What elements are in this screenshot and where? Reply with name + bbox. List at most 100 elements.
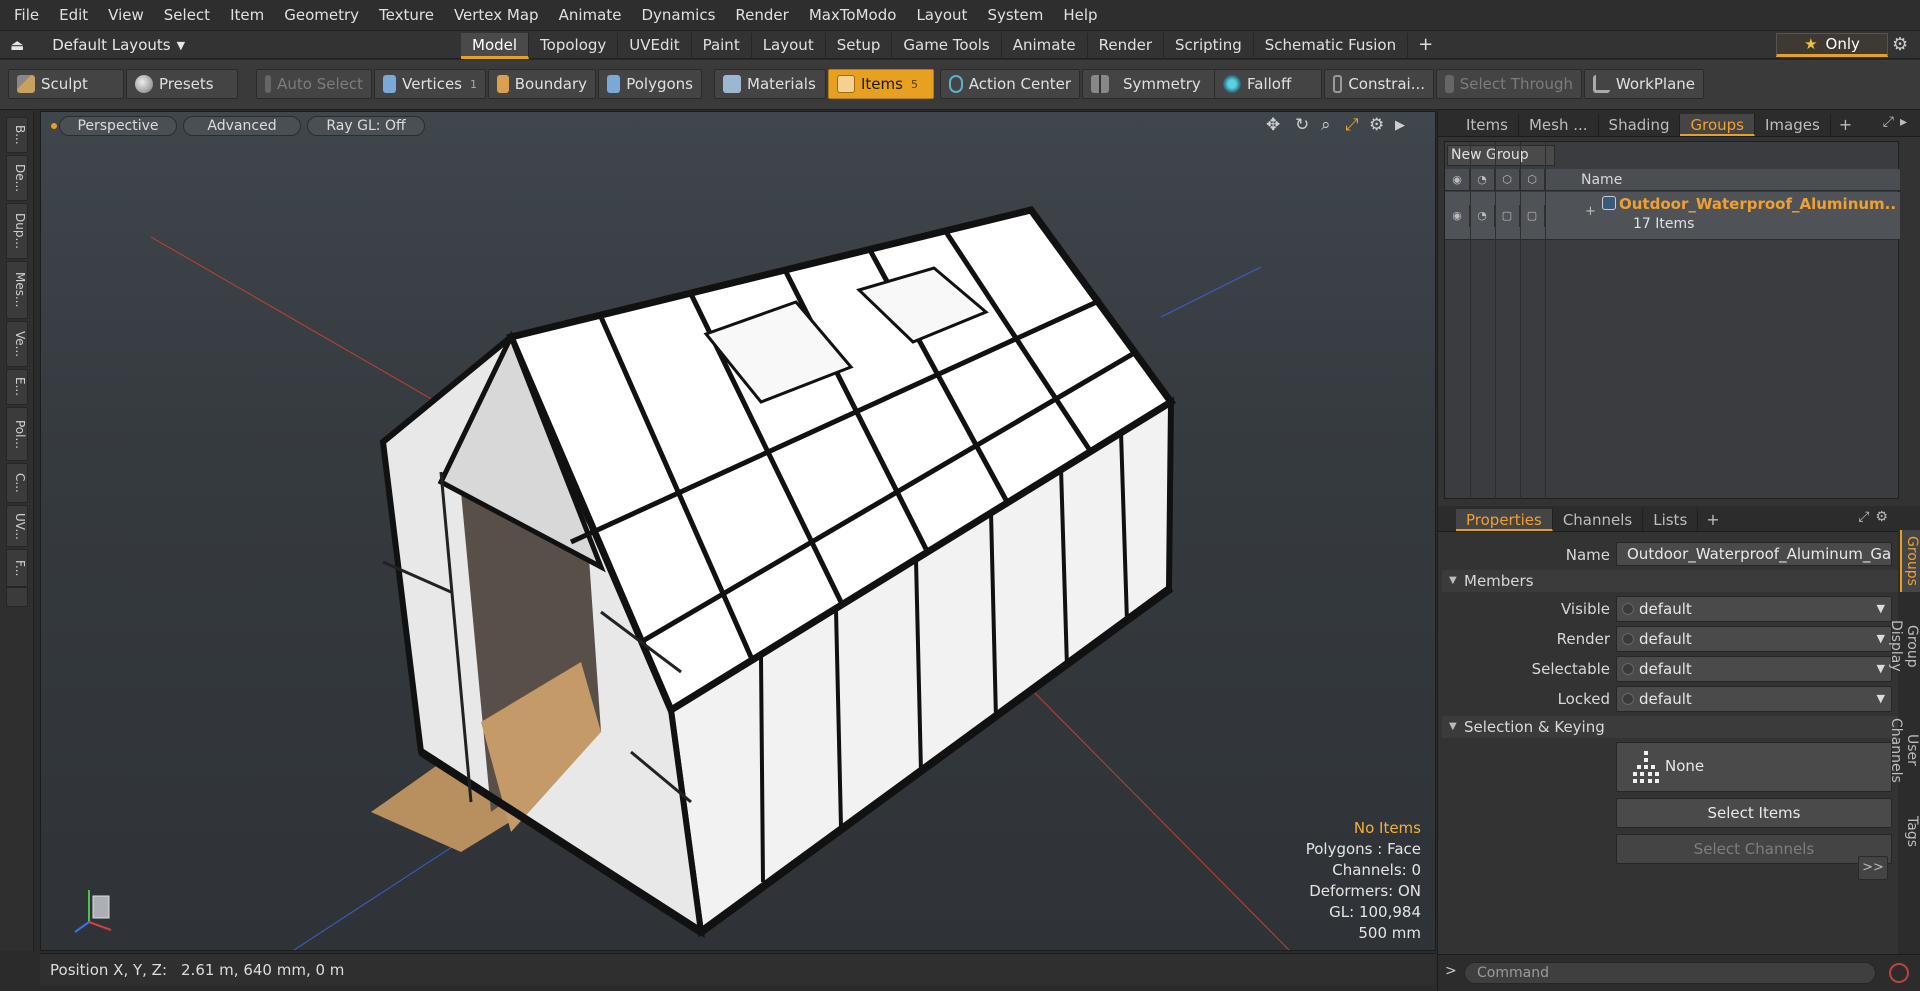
menu-item[interactable]: Item: [220, 0, 274, 31]
menu-geometry[interactable]: Geometry: [274, 0, 369, 31]
side-tab-groups[interactable]: Groups: [1900, 530, 1920, 592]
tab-properties[interactable]: Properties: [1456, 509, 1553, 531]
presets-button[interactable]: Presets: [126, 69, 238, 99]
shading-mode-button[interactable]: Advanced: [183, 116, 301, 136]
tab-scripting[interactable]: Scripting: [1164, 33, 1254, 59]
group-visible-icon[interactable]: ◉: [1445, 205, 1470, 227]
strip-tab-f[interactable]: F...: [6, 549, 28, 587]
tab-uvedit[interactable]: UVEdit: [618, 33, 692, 59]
polygons-button[interactable]: Polygons: [598, 69, 702, 99]
tab-schematic-fusion[interactable]: Schematic Fusion: [1254, 33, 1409, 59]
viewport-expand-icon[interactable]: ▶: [1395, 118, 1405, 133]
select-items-button[interactable]: Select Items: [1616, 798, 1892, 828]
rotate-icon[interactable]: ↻: [1295, 115, 1309, 135]
action-center-button[interactable]: Action Center: [940, 69, 1080, 99]
3d-viewport[interactable]: Perspective Advanced Ray GL: Off ✥ ↻ ⌕ ⤢…: [40, 111, 1436, 951]
panel-expand-icon[interactable]: ⤢▸: [1883, 114, 1913, 130]
tab-shading[interactable]: Shading: [1599, 114, 1681, 136]
menu-dynamics[interactable]: Dynamics: [631, 0, 725, 31]
strip-tab-b[interactable]: B...: [6, 117, 28, 153]
side-tab-group-display[interactable]: Group Display: [1888, 598, 1920, 694]
layout-selector[interactable]: ⏏ Default Layouts ▼: [10, 31, 185, 59]
strip-tab-c[interactable]: C...: [6, 463, 28, 503]
visibility-column-icon[interactable]: ◉: [1445, 169, 1470, 191]
more-button[interactable]: >>: [1858, 856, 1888, 880]
tab-game-tools[interactable]: Game Tools: [892, 33, 1002, 59]
menu-render[interactable]: Render: [725, 0, 798, 31]
group-row[interactable]: ◉ ◔ ▢ ▢ + Outdoor_Waterproof_Aluminum...…: [1445, 192, 1900, 240]
tab-channels[interactable]: Channels: [1553, 509, 1644, 531]
gear-icon[interactable]: ⚙: [1892, 34, 1908, 55]
group-select-checkbox[interactable]: ▢: [1520, 205, 1545, 227]
expand-group-icon[interactable]: +: [1585, 204, 1596, 219]
menu-help[interactable]: Help: [1053, 0, 1107, 31]
selectable-dropdown[interactable]: default ▼: [1616, 656, 1892, 682]
zoom-icon[interactable]: ⌕: [1321, 115, 1331, 135]
select-column-icon[interactable]: ⬡: [1520, 169, 1545, 191]
strip-tab-uv[interactable]: UV...: [6, 505, 28, 547]
viewport-settings-icon[interactable]: ⚙: [1369, 115, 1384, 135]
side-tab-tags[interactable]: Tags: [1900, 806, 1920, 856]
tab-images[interactable]: Images: [1755, 114, 1831, 136]
tab-lists[interactable]: Lists: [1643, 509, 1699, 531]
name-column-header[interactable]: Name: [1581, 169, 1622, 191]
tab-paint[interactable]: Paint: [692, 33, 752, 59]
side-tab-user-channels[interactable]: User Channels: [1888, 698, 1920, 802]
viewport-scene[interactable]: [41, 112, 1436, 951]
sculpt-button[interactable]: Sculpt: [8, 69, 124, 99]
menu-select[interactable]: Select: [154, 0, 220, 31]
constraints-button[interactable]: Constrai...: [1324, 69, 1434, 99]
menu-vertex-map[interactable]: Vertex Map: [444, 0, 549, 31]
properties-settings-icon[interactable]: ⤢⚙: [1858, 509, 1894, 525]
render-column-icon[interactable]: ◔: [1470, 169, 1495, 191]
tab-groups[interactable]: Groups: [1680, 114, 1755, 136]
menu-layout[interactable]: Layout: [906, 0, 977, 31]
name-field[interactable]: Outdoor_Waterproof_Aluminum_Gaze: [1616, 542, 1892, 566]
tab-topology[interactable]: Topology: [529, 33, 619, 59]
strip-tab-dup[interactable]: Dup...: [6, 203, 28, 259]
menu-file[interactable]: File: [0, 0, 49, 31]
menu-view[interactable]: View: [98, 0, 154, 31]
tab-layout[interactable]: Layout: [752, 33, 826, 59]
symmetry-button[interactable]: Symmetry: [1082, 69, 1216, 99]
tab-setup[interactable]: Setup: [826, 33, 893, 59]
tab-render[interactable]: Render: [1088, 33, 1165, 59]
raygl-button[interactable]: Ray GL: Off: [307, 116, 425, 136]
select-through-button[interactable]: Select Through: [1436, 69, 1582, 99]
strip-tab-de[interactable]: De...: [6, 155, 28, 201]
select-channels-button[interactable]: Select Channels: [1616, 834, 1892, 864]
items-button[interactable]: Items 5: [828, 69, 934, 99]
tab-animate[interactable]: Animate: [1002, 33, 1088, 59]
tab-items[interactable]: Items: [1456, 114, 1519, 136]
auto-select-button[interactable]: Auto Select: [256, 69, 372, 99]
add-panel-tab-icon[interactable]: +: [1831, 114, 1860, 136]
strip-tab-e[interactable]: E...: [6, 369, 28, 405]
tab-mesh[interactable]: Mesh ...: [1519, 114, 1599, 136]
strip-tab-pol[interactable]: Pol...: [6, 407, 28, 461]
viewport-menu-dot[interactable]: [51, 123, 57, 129]
pan-icon[interactable]: ✥: [1266, 115, 1280, 135]
boundary-button[interactable]: Boundary: [488, 69, 596, 99]
command-input[interactable]: Command: [1464, 962, 1876, 984]
menu-system[interactable]: System: [977, 0, 1053, 31]
menu-edit[interactable]: Edit: [49, 0, 98, 31]
strip-tab-mes[interactable]: Mes...: [6, 261, 28, 319]
menu-texture[interactable]: Texture: [369, 0, 444, 31]
group-render-icon[interactable]: ◔: [1470, 205, 1495, 227]
tab-model[interactable]: Model: [461, 33, 530, 59]
falloff-button[interactable]: Falloff: [1214, 69, 1322, 99]
strip-tab-blank[interactable]: [6, 587, 28, 607]
workplane-button[interactable]: WorkPlane: [1584, 69, 1704, 99]
menu-animate[interactable]: Animate: [549, 0, 632, 31]
vertices-button[interactable]: Vertices 1: [374, 69, 486, 99]
add-tab-icon[interactable]: +: [1408, 33, 1443, 59]
render-dropdown[interactable]: default ▼: [1616, 626, 1892, 652]
new-group-button[interactable]: New Group: [1447, 145, 1555, 166]
materials-button[interactable]: Materials: [714, 69, 826, 99]
lock-column-icon[interactable]: ⬡: [1495, 169, 1520, 191]
fit-icon[interactable]: ⤢: [1345, 115, 1359, 135]
menu-maxtomodo[interactable]: MaxToModo: [799, 0, 907, 31]
visible-dropdown[interactable]: default ▼: [1616, 596, 1892, 622]
strip-tab-ve[interactable]: Ve...: [6, 321, 28, 367]
only-toggle[interactable]: ★ Only: [1776, 33, 1888, 57]
